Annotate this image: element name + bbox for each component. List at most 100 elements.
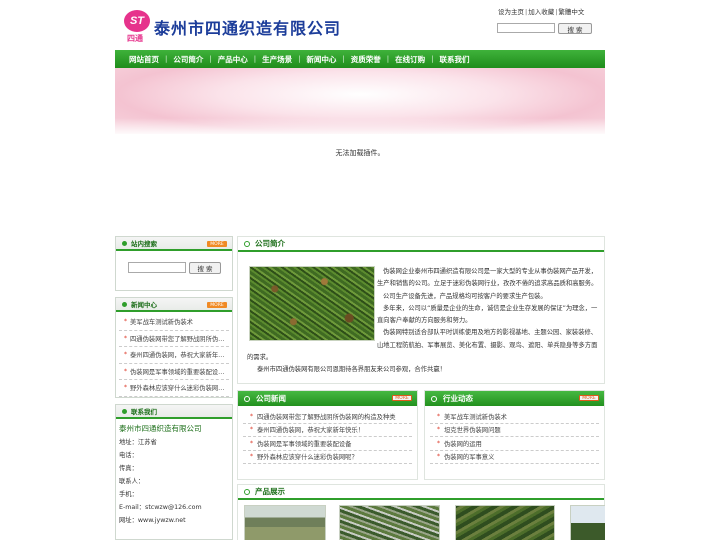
- nav-divider: |: [431, 55, 434, 63]
- sidebar-search-input[interactable]: [128, 262, 186, 273]
- list-item[interactable]: * 美军战车测试新伪装术: [430, 410, 599, 424]
- product-image[interactable]: [570, 505, 605, 540]
- news-link[interactable]: 野外森林应该穿什么迷彩伪装网呢？: [257, 452, 358, 461]
- more-button[interactable]: MORE: [207, 241, 227, 247]
- ring-icon: [431, 395, 437, 402]
- sidebar-news-label: 新闻中心: [131, 301, 157, 309]
- company-news-title-bar: 公司新闻 MORE: [238, 391, 417, 406]
- bullet-icon: *: [250, 439, 253, 447]
- news-link[interactable]: 坦克世界伪装网问题: [444, 425, 501, 434]
- industry-news-list: * 美军战车测试新伪装术 * 坦克世界伪装网问题 * 伪装网的运用 * 伪装网的军事意义: [425, 406, 604, 464]
- list-item[interactable]: * 野外森林应该穿什么迷彩伪装网…: [119, 380, 229, 397]
- sidebar-news-box: 新闻中心 MORE * 美军战车测试新伪装术 * 四通伪装网带您了解野战阴所伪… *…: [115, 297, 233, 398]
- nav-item-products[interactable]: 产品中心: [218, 54, 248, 65]
- products-title: 产品展示: [255, 487, 285, 496]
- bullet-icon: *: [124, 318, 127, 326]
- industry-news-title-bar: 行业动态 MORE: [425, 391, 604, 406]
- header-search-input[interactable]: [497, 23, 555, 33]
- list-item[interactable]: * 泰州四通伪装网，恭祝大家新年…: [119, 347, 229, 364]
- news-link[interactable]: 伪装网是军事领域的重要装配设备: [257, 439, 351, 448]
- intro-paragraph: 公司生产设备先进，产品规格均可按客户的要求生产包装。: [383, 292, 547, 300]
- intro-closing: 泰州市四通伪装网有限公司恩期待各界朋友来公司参观，合作共赢！: [257, 366, 446, 374]
- more-button[interactable]: MORE: [207, 302, 227, 308]
- news-link[interactable]: 泰州四通伪装网，恭祝大家新年快乐！: [257, 425, 364, 434]
- intro-title: 公司简介: [255, 239, 285, 248]
- bullet-icon: *: [124, 367, 127, 375]
- main-nav: 网站首页 | 公司简介 | 产品中心 | 生产场景 | 新闻中心 | 资质荣誉 | 在线订购…: [115, 50, 605, 68]
- bullet-icon: *: [437, 426, 440, 434]
- bullet-icon: *: [437, 453, 440, 461]
- news-link[interactable]: 伪装网是军事领域的重要装配设…: [130, 367, 224, 376]
- contact-person: 联系人：: [119, 478, 145, 485]
- product-image[interactable]: [244, 505, 326, 540]
- products-title-bar: 产品展示: [238, 485, 604, 500]
- bullet-icon: *: [250, 453, 253, 461]
- nav-item-home[interactable]: 网站首页: [129, 54, 159, 65]
- contact-website[interactable]: 网址：www.jywzw.net: [119, 515, 229, 524]
- sidebar-contact-title: 联系我们: [116, 405, 232, 419]
- more-button[interactable]: MORE: [392, 395, 412, 401]
- industry-news-title: 行业动态: [443, 394, 473, 403]
- camouflage-net-image: [249, 266, 375, 341]
- list-item[interactable]: * 坦克世界伪装网问题: [430, 424, 599, 437]
- nav-divider: |: [209, 55, 212, 63]
- logo-icon[interactable]: ST: [124, 10, 150, 32]
- nav-item-honors[interactable]: 资质荣誉: [351, 54, 381, 65]
- list-item[interactable]: * 伪装网是军事领域的重要装配设备: [243, 437, 412, 451]
- contact-email[interactable]: E-mail：stcwzw@126.com: [119, 502, 229, 511]
- banner-fade: [115, 118, 605, 136]
- news-link[interactable]: 四通伪装网带您了解野战阴所伪装网的构造及种类: [257, 412, 396, 421]
- bullet-icon: [122, 240, 127, 246]
- list-item[interactable]: * 四通伪装网带您了解野战阴所伪…: [119, 331, 229, 347]
- sidebar-search-button[interactable]: 搜 索: [189, 262, 221, 274]
- news-link[interactable]: 美军战车测试新伪装术: [444, 412, 507, 421]
- intro-paragraph: 多年来，公司以“质量是企业的生命，诚信是企业生存发展的保证”为理念，一直向客户奉…: [377, 304, 598, 325]
- nav-item-order[interactable]: 在线订购: [395, 54, 425, 65]
- contact-mobile: 手机：: [119, 491, 138, 498]
- company-news-box: 公司新闻 MORE * 四通伪装网带您了解野战阴所伪装网的构造及种类 * 泰州四通伪…: [237, 390, 418, 480]
- sidebar-contact-box: 联系我们 泰州市四通织造有限公司 地址：江苏省 电话： 传真： 联系人： 手机：…: [115, 404, 233, 540]
- news-link[interactable]: 泰州四通伪装网，恭祝大家新年…: [130, 350, 224, 359]
- nav-item-production[interactable]: 生产场景: [262, 54, 292, 65]
- list-item[interactable]: * 伪装网的运用: [430, 437, 599, 451]
- list-item[interactable]: * 伪装网是军事领域的重要装配设…: [119, 364, 229, 380]
- list-item[interactable]: * 伪装网的军事意义: [430, 451, 599, 464]
- traditional-chinese-link[interactable]: 繁體中文: [558, 8, 584, 16]
- intro-tail-text: 的需求。: [247, 354, 273, 361]
- nav-item-contact[interactable]: 联系我们: [440, 54, 470, 65]
- set-homepage-link[interactable]: 设为主页: [498, 8, 524, 16]
- product-image[interactable]: [339, 505, 440, 540]
- bullet-icon: *: [250, 426, 253, 434]
- header-search-button[interactable]: 搜 索: [558, 23, 592, 34]
- plugin-message: 无法加载插件。: [335, 149, 385, 157]
- sidebar-news-list: * 美军战车测试新伪装术 * 四通伪装网带您了解野战阴所伪… * 泰州四通伪装网，恭祝…: [116, 312, 232, 397]
- nav-divider: |: [165, 55, 168, 63]
- intro-paragraph: 伪装网企业泰州市四通织造有限公司是一家大型的专业从事伪装网产品开发，生产和销售的…: [377, 268, 598, 288]
- more-button[interactable]: MORE: [579, 395, 599, 401]
- list-item[interactable]: * 野外森林应该穿什么迷彩伪装网呢？: [243, 451, 412, 464]
- news-link[interactable]: 四通伪装网带您了解野战阴所伪…: [130, 334, 224, 343]
- bullet-icon: *: [124, 334, 127, 342]
- news-link[interactable]: 野外森林应该穿什么迷彩伪装网…: [130, 383, 224, 392]
- product-image[interactable]: [455, 505, 555, 540]
- news-link[interactable]: 美军战车测试新伪装术: [130, 317, 193, 326]
- list-item[interactable]: * 四通伪装网带您了解野战阴所伪装网的构造及种类: [243, 410, 412, 424]
- sidebar-search-label: 站内搜索: [131, 240, 157, 248]
- bullet-icon: *: [437, 412, 440, 420]
- intro-paragraph: 伪装网特别适合部队平时训练使用及地方的影视基地、主题公园、家装装修、山地工程防航…: [377, 329, 598, 349]
- nav-item-news[interactable]: 新闻中心: [306, 54, 336, 65]
- contact-company: 泰州市四通织造有限公司: [119, 424, 202, 433]
- nav-divider: |: [253, 55, 257, 63]
- news-link[interactable]: 伪装网的军事意义: [444, 452, 494, 461]
- bullet-icon: [122, 408, 127, 414]
- add-favorite-link[interactable]: 加入收藏: [528, 8, 554, 16]
- news-link[interactable]: 伪装网的运用: [444, 439, 482, 448]
- divider: |: [525, 8, 528, 16]
- ring-icon: [244, 395, 250, 402]
- list-item[interactable]: * 泰州四通伪装网，恭祝大家新年快乐！: [243, 424, 412, 437]
- bullet-icon: *: [124, 384, 127, 392]
- list-item[interactable]: * 美军战车测试新伪装术: [119, 314, 229, 331]
- company-news-title: 公司新闻: [256, 394, 286, 403]
- nav-item-about[interactable]: 公司简介: [173, 54, 203, 65]
- top-links: 设为主页|加入收藏|繁體中文: [498, 6, 584, 16]
